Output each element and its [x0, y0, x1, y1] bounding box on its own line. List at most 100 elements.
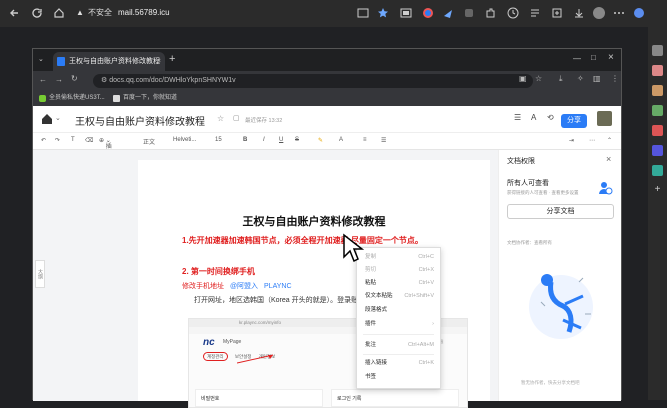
font-color-icon[interactable]: A: [339, 137, 343, 143]
maximize-icon[interactable]: □: [591, 53, 596, 62]
new-tab-button[interactable]: +: [169, 53, 175, 65]
outer-address-bar[interactable]: ▲ 不安全 mail.56789.icu: [70, 4, 360, 22]
star-icon[interactable]: [376, 6, 390, 20]
doc-header: ⌄ 王权与自由账户资料修改教程 ☆ ▢ 最近保存 13:32 ☰ A ⟲ 分享: [33, 106, 621, 133]
copilot-icon[interactable]: [632, 6, 646, 20]
link-site[interactable]: PLAYNC: [264, 283, 292, 290]
chevron-down-icon[interactable]: ⌄: [55, 114, 61, 122]
underline-icon[interactable]: U: [279, 137, 283, 143]
menu-item-paste[interactable]: 粘贴 Ctrl+V: [365, 278, 434, 288]
font-settings-icon[interactable]: A: [531, 113, 536, 122]
search-icon[interactable]: [652, 45, 663, 56]
menu-item-bookmark[interactable]: 书签: [365, 372, 434, 382]
back-icon[interactable]: ←: [39, 75, 47, 84]
highlight-icon[interactable]: ✎: [318, 137, 323, 144]
menu-item-copy[interactable]: 复制 Ctrl+C: [365, 252, 434, 262]
bookmark-star-icon[interactable]: ☆: [535, 74, 542, 83]
star-icon[interactable]: ☆: [217, 114, 224, 123]
menu-item-cut[interactable]: 剪切 Ctrl+X: [365, 265, 434, 275]
menu-item-insert-link[interactable]: 插入链接 Ctrl+K: [365, 358, 434, 368]
menu-item-paragraph[interactable]: 段落格式: [365, 305, 434, 315]
menu-paste-text-label: 仅文本粘贴: [365, 293, 393, 299]
menu-item-paste-text[interactable]: 仅文本粘贴 Ctrl+Shift+V: [365, 291, 434, 301]
step-2-text: 2. 第一时间换绑手机: [182, 267, 255, 276]
tab-doc[interactable]: 王权与自由账户资料修改教程 ×: [53, 52, 165, 71]
indent-icon[interactable]: ⇥: [569, 137, 574, 144]
mention-user[interactable]: @阿盟入: [230, 283, 258, 290]
context-menu: 复制 Ctrl+C 剪切 Ctrl+X 粘贴 Ctrl+V 仅文本粘贴 Ctrl+Shi…: [356, 247, 441, 389]
align-icon[interactable]: ≡: [363, 137, 367, 143]
minimize-icon[interactable]: —: [573, 54, 581, 63]
inner-url-input[interactable]: ⚙ docs.qq.com/doc/DWHloYkpnSHNYW1v: [93, 74, 533, 88]
style-select[interactable]: 正文: [143, 137, 155, 146]
home-icon[interactable]: [41, 113, 53, 125]
bookmark-1[interactable]: 全员偷私快递US3T...: [49, 91, 105, 106]
window-close-icon[interactable]: ×: [608, 52, 614, 63]
puzzle-icon[interactable]: ✧: [577, 74, 584, 83]
undo-icon[interactable]: ↶: [41, 137, 46, 144]
bookmarks-bar: 全员偷私快递US3T... 百度一下，你就知道: [33, 91, 621, 106]
outlook-icon[interactable]: [652, 145, 663, 156]
add-icon[interactable]: +: [652, 184, 663, 195]
download-icon[interactable]: ⤓: [559, 74, 563, 84]
telegram-icon[interactable]: [652, 165, 663, 176]
home-icon[interactable]: [52, 6, 66, 20]
permission-sub[interactable]: 获得链接的人可查看 · 查看更多设置: [507, 190, 579, 196]
outline-side-tab[interactable]: 大纲: [35, 260, 45, 288]
chevron-right-icon: ›: [432, 321, 434, 327]
list-icon[interactable]: ☰: [381, 137, 386, 144]
sidepanel-icon[interactable]: ▥: [593, 74, 601, 83]
shopping-icon[interactable]: [652, 65, 663, 76]
embedded-tab-account: 계정관리: [203, 352, 228, 361]
italic-icon[interactable]: I: [263, 137, 265, 143]
bookmark-2[interactable]: 百度一下，你就知道: [123, 91, 177, 106]
collapse-icon[interactable]: ⌃: [607, 137, 612, 144]
bold-icon[interactable]: B: [243, 137, 247, 143]
cast-icon[interactable]: ▣: [519, 74, 527, 83]
panel-footer: 暂无协作者，快去分享文档吧: [521, 380, 580, 385]
collections-icon[interactable]: [550, 6, 564, 20]
menu-item-plugin[interactable]: 插件 ›: [365, 319, 434, 329]
profile-avatar[interactable]: [592, 6, 606, 20]
more-menu-icon[interactable]: [612, 6, 626, 20]
redo-icon[interactable]: ↷: [55, 137, 60, 144]
refresh-icon[interactable]: [30, 6, 44, 20]
menu-item-comment[interactable]: 批注 Ctrl+Alt+M: [365, 340, 434, 350]
tab-strip: ⌄ 王权与自由账户资料修改教程 × + — □ ×: [33, 49, 621, 71]
favorites-icon[interactable]: [528, 6, 542, 20]
strikethrough-icon[interactable]: S: [295, 137, 299, 143]
downloads-icon[interactable]: [572, 6, 586, 20]
share-button[interactable]: 分享: [561, 114, 587, 128]
panel-close-icon[interactable]: ×: [606, 154, 611, 164]
forward-icon[interactable]: →: [55, 75, 63, 84]
search-icon[interactable]: ☰: [514, 113, 521, 122]
eraser-icon[interactable]: ⌫: [85, 137, 93, 144]
comment-icon[interactable]: ⟲: [547, 113, 554, 122]
more-icon[interactable]: ⋯: [589, 137, 595, 144]
refresh-icon[interactable]: ↻: [71, 74, 78, 83]
kebab-menu-icon[interactable]: ⋮: [611, 74, 619, 83]
size-select[interactable]: 15: [215, 137, 222, 143]
menu-divider: [363, 334, 434, 335]
extensions-icon[interactable]: [483, 6, 497, 20]
permission-user-icon[interactable]: [597, 180, 613, 196]
extension-blue-icon[interactable]: [441, 6, 455, 20]
font-select[interactable]: Helveti...: [173, 137, 196, 143]
change-phone-link[interactable]: 修改手机地址 @阿盟入 PLAYNC: [182, 281, 292, 291]
doc-title[interactable]: 王权与自由账户资料修改教程: [75, 113, 205, 128]
share-doc-button[interactable]: 分享文档: [507, 204, 614, 219]
office-icon[interactable]: [652, 125, 663, 136]
extension-color-icon[interactable]: [421, 6, 435, 20]
tools-icon[interactable]: [652, 85, 663, 96]
close-icon[interactable]: ×: [157, 52, 161, 71]
back-icon[interactable]: [8, 6, 22, 20]
tab-menu-icon[interactable]: ⌄: [38, 55, 44, 63]
extension-dark-icon[interactable]: [462, 6, 476, 20]
games-icon[interactable]: [652, 105, 663, 116]
screenshot-icon[interactable]: [399, 6, 413, 20]
history-icon[interactable]: [506, 6, 520, 20]
user-avatar[interactable]: [597, 111, 612, 126]
insert-button[interactable]: ⊕ 插入 ⌄: [99, 137, 112, 159]
format-painter-icon[interactable]: T: [71, 137, 75, 143]
translate-icon[interactable]: [356, 6, 370, 20]
